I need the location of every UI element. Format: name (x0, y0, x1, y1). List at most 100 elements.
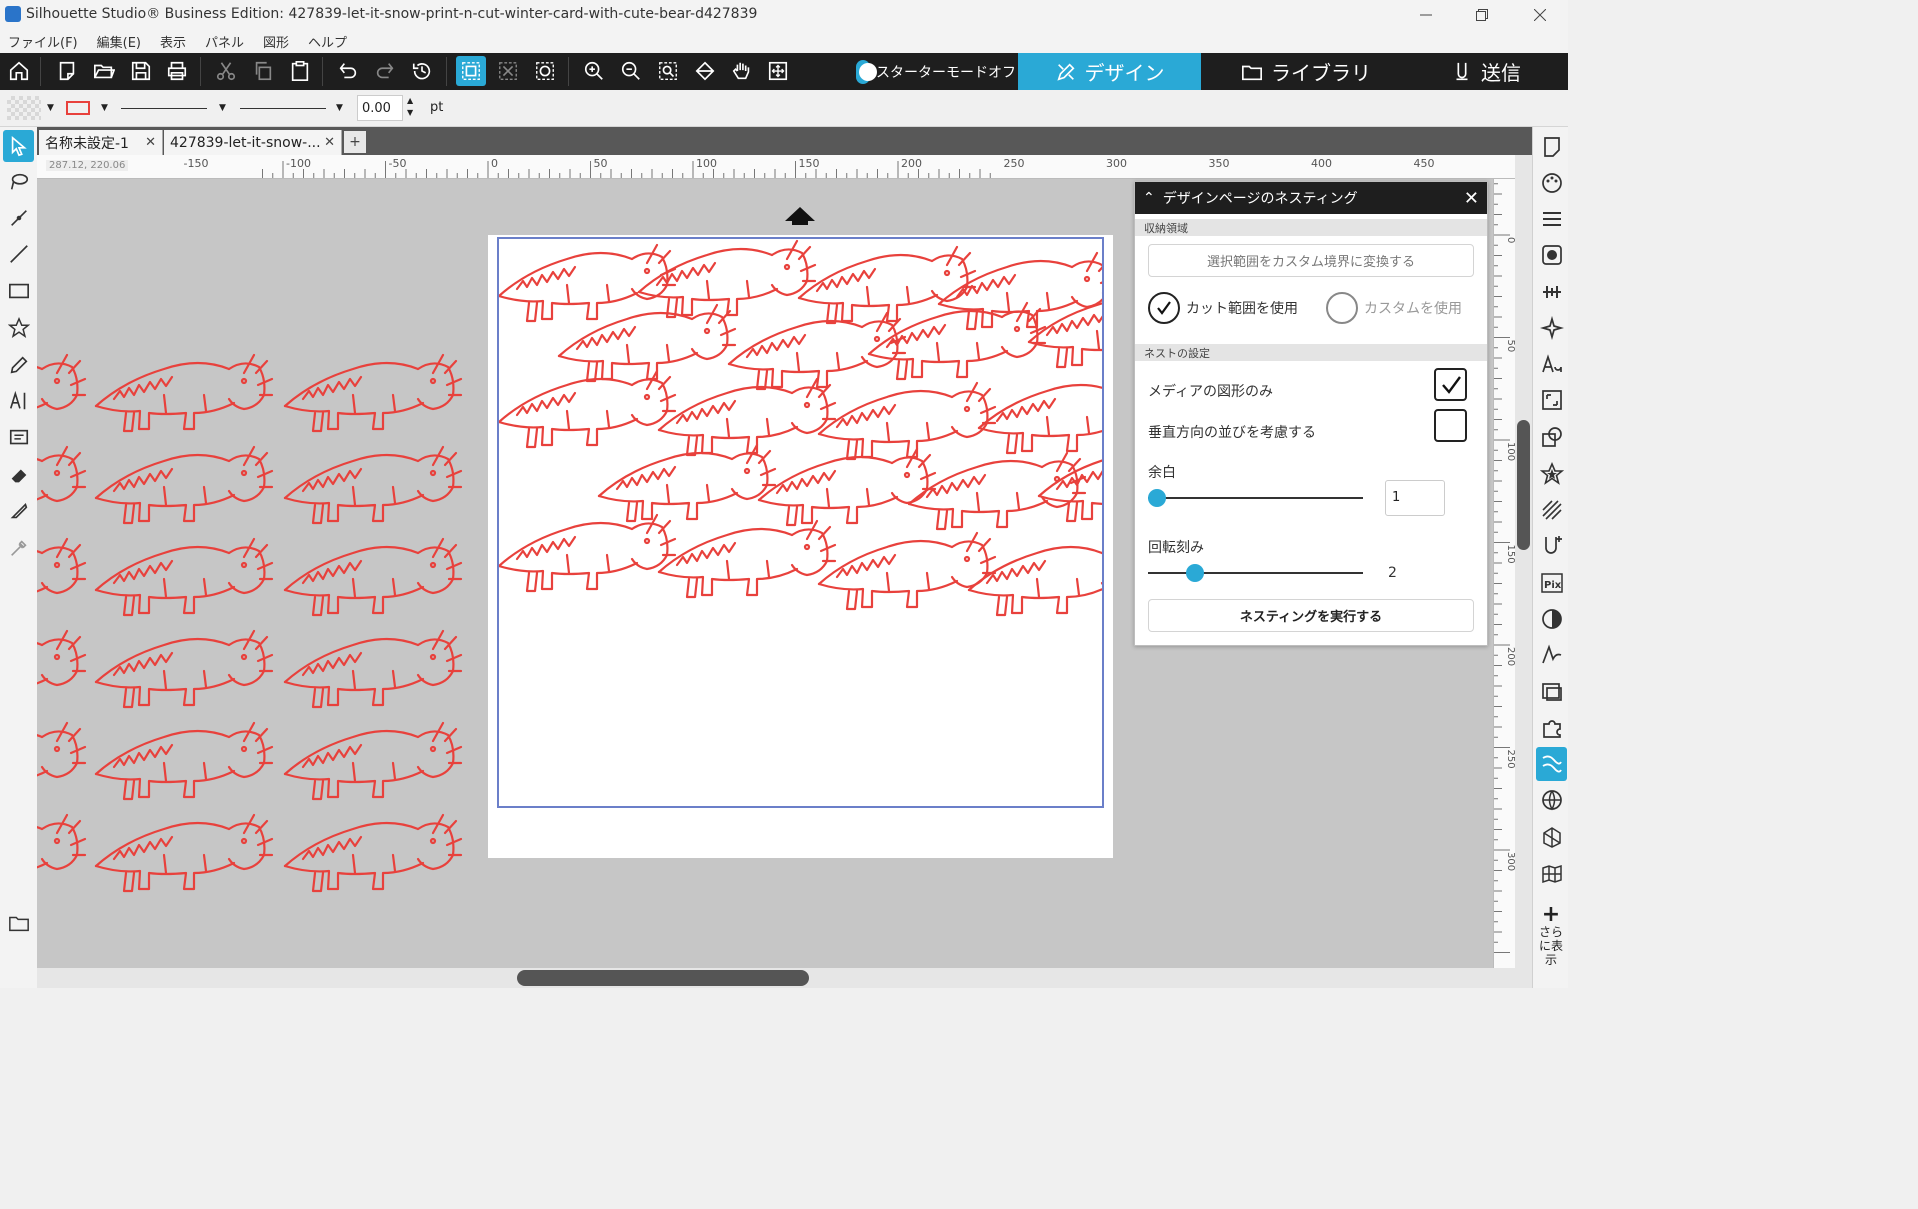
undo-button[interactable] (333, 56, 363, 86)
line-style-button[interactable] (1536, 202, 1567, 236)
draw-tool[interactable] (3, 349, 34, 381)
tab-design[interactable]: デザイン (1018, 53, 1201, 90)
line-tool[interactable] (3, 238, 34, 270)
rectangle-tool[interactable] (3, 275, 34, 307)
knife-tool[interactable] (3, 495, 34, 527)
sketch-font-button[interactable] (1536, 638, 1567, 672)
menu-edit[interactable]: 編集(E) (97, 32, 141, 51)
zoom-out-button[interactable] (616, 56, 646, 86)
nesting-panel-header[interactable]: ⌃ デザインページのネスティング ✕ (1135, 182, 1487, 214)
starter-mode-toggle[interactable]: スターターモードオフ (856, 59, 1016, 85)
tab-library[interactable]: ライブラリ (1201, 53, 1411, 90)
menu-file[interactable]: ファイル(F) (8, 32, 78, 51)
redo-button[interactable] (370, 56, 400, 86)
modify-button[interactable] (1536, 420, 1567, 454)
align-panel-button[interactable] (1536, 275, 1567, 309)
folder-panel-toggle[interactable] (3, 907, 34, 939)
tab-427839[interactable]: 427839-let-it-snow-... ✕ (164, 130, 342, 155)
sketch-button[interactable] (1536, 493, 1567, 527)
restore-button[interactable] (1454, 0, 1510, 29)
paste-button[interactable] (285, 56, 315, 86)
more-panels-button[interactable]: + さらに表示 (1533, 904, 1569, 968)
select-all-button[interactable] (456, 56, 486, 86)
line-color-swatch[interactable] (66, 101, 90, 115)
zoom-in-button[interactable] (579, 56, 609, 86)
horizontal-scrollbar[interactable] (37, 968, 1532, 988)
fit-to-page-button[interactable] (690, 56, 720, 86)
radio-selected[interactable] (1148, 292, 1180, 324)
print-button[interactable] (162, 56, 192, 86)
menu-shape[interactable]: 図形 (263, 32, 289, 51)
vertical-scrollbar[interactable] (1515, 155, 1532, 968)
line-style-dropdown-arrow[interactable]: ▼ (219, 103, 226, 113)
page-setup-button[interactable] (1536, 130, 1567, 164)
close-window-button[interactable] (1512, 0, 1568, 29)
text-box-tool[interactable] (3, 422, 34, 454)
convert-to-custom-boundary-button[interactable]: 選択範囲をカスタム境界に変換する (1148, 244, 1474, 277)
minimize-button[interactable] (1398, 0, 1454, 29)
media-shapes-only-checkbox[interactable] (1434, 368, 1467, 401)
zoom-selection-button[interactable] (653, 56, 683, 86)
use-custom-radio[interactable]: カスタムを使用 (1326, 292, 1462, 324)
store-button[interactable] (1536, 783, 1567, 817)
toggle-switch[interactable] (856, 60, 877, 84)
cut-button[interactable] (211, 56, 241, 86)
close-tab-icon[interactable]: ✕ (324, 135, 335, 150)
tab-untitled-1[interactable]: 名称未設定-1 ✕ (39, 130, 163, 155)
lasso-tool[interactable] (3, 166, 34, 198)
offset-button[interactable] (1536, 457, 1567, 491)
save-button[interactable] (126, 56, 156, 86)
margin-input[interactable]: 1 (1385, 480, 1445, 516)
print-cut-button[interactable] (1536, 675, 1567, 709)
run-nesting-button[interactable]: ネスティングを実行する (1148, 599, 1474, 632)
polygon-tool[interactable] (3, 312, 34, 344)
transform-button[interactable] (1536, 383, 1567, 417)
image-panel-button[interactable] (1536, 238, 1567, 272)
edit-points-tool[interactable] (3, 202, 34, 234)
rotation-slider-track[interactable] (1148, 572, 1363, 574)
line-width-stepper[interactable]: ▲ ▼ (407, 95, 413, 119)
move-view-button[interactable] (763, 56, 793, 86)
new-document-button[interactable] (52, 56, 82, 86)
menu-help[interactable]: ヘルプ (308, 32, 347, 51)
copy-button[interactable] (248, 56, 278, 86)
rotation-slider-knob[interactable] (1186, 564, 1204, 582)
deselect-button[interactable] (493, 56, 523, 86)
replicate-panel-button[interactable] (1536, 311, 1567, 345)
fill-dropdown-arrow[interactable]: ▼ (47, 103, 54, 113)
nesting-button[interactable] (1536, 747, 1567, 781)
open-button[interactable] (89, 56, 119, 86)
fill-color-swatch[interactable] (7, 96, 41, 120)
close-tab-icon[interactable]: ✕ (145, 135, 156, 150)
add-tab-button[interactable]: + (344, 131, 366, 153)
eraser-tool[interactable] (3, 459, 34, 491)
line-color-dropdown-arrow[interactable]: ▼ (101, 103, 108, 113)
pixscan-button[interactable]: Pix (1536, 566, 1567, 600)
vertical-scrollbar-thumb[interactable] (1517, 420, 1530, 550)
close-panel-icon[interactable]: ✕ (1464, 188, 1479, 209)
history-button[interactable] (407, 56, 437, 86)
weld-button[interactable] (1536, 529, 1567, 563)
grid-button[interactable] (1536, 857, 1567, 891)
horizontal-scrollbar-thumb[interactable] (517, 970, 809, 986)
margin-slider-knob[interactable] (1148, 489, 1166, 507)
menu-view[interactable]: 表示 (160, 32, 186, 51)
text-tool[interactable] (3, 385, 34, 417)
line-join-dropdown-arrow[interactable]: ▼ (336, 103, 343, 113)
use-cut-area-radio[interactable]: カット範囲を使用 (1148, 292, 1298, 324)
line-style-preview[interactable] (121, 108, 207, 109)
fill-panel-button[interactable] (1536, 166, 1567, 200)
radio-unselected[interactable] (1326, 292, 1358, 324)
select-by-color-button[interactable] (530, 56, 560, 86)
eyedropper-tool[interactable] (3, 532, 34, 564)
margin-slider-track[interactable] (1148, 497, 1363, 499)
tab-send[interactable]: 送信 (1411, 53, 1561, 90)
line-join-preview[interactable] (240, 108, 326, 109)
puzzle-button[interactable] (1536, 711, 1567, 745)
collapse-chevron-icon[interactable]: ⌃ (1143, 190, 1155, 206)
3d-box-button[interactable] (1536, 820, 1567, 854)
line-width-input[interactable]: 0.00 (357, 95, 403, 121)
pan-button[interactable] (727, 56, 757, 86)
text-style-button[interactable] (1536, 347, 1567, 381)
trace-button[interactable] (1536, 602, 1567, 636)
